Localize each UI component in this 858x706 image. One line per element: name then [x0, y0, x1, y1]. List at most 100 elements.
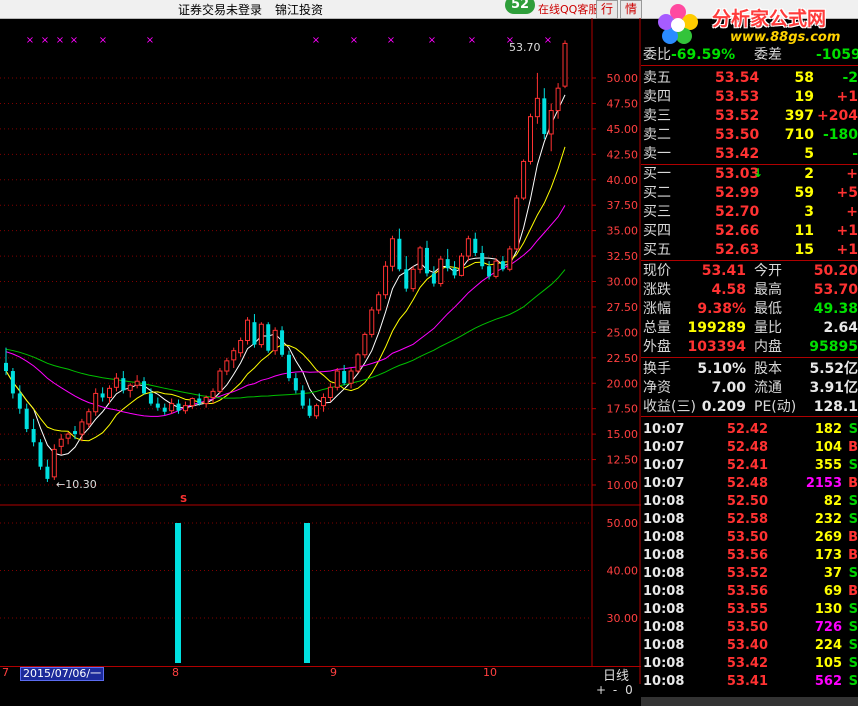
price-tick-label: 35.00 [607, 225, 639, 238]
candle-body [121, 378, 126, 391]
fund-label: 净资 [643, 380, 671, 396]
login-status[interactable]: 证券交易未登录 [178, 1, 262, 18]
fund-label: 流通 [754, 380, 782, 396]
bid-price: 52.99 [715, 185, 760, 201]
volume-tick-label: 40.00 [607, 565, 639, 578]
wc-label: 委差 [754, 47, 782, 63]
zoom-in-button[interactable]: + [594, 683, 608, 697]
panel-separator [641, 357, 858, 358]
tick-price: 52.41 [726, 458, 768, 473]
ask-price: 53.42 [715, 146, 760, 162]
tick-side: S [848, 422, 858, 437]
ask-volume: 5 [804, 146, 814, 162]
qq-service-link[interactable]: 在线QQ客服 [538, 1, 599, 17]
tick-price: 52.48 [726, 476, 768, 491]
candle-body [127, 384, 133, 391]
zoom-out-button[interactable]: - [608, 683, 622, 697]
candle-body [376, 294, 382, 311]
price-tick-label: 32.50 [607, 250, 639, 263]
candle-body [24, 408, 29, 430]
kline-chart[interactable]: 50.00 47.50 45.00 42.50 40.00 37.50 35.00 32.50… [0, 18, 641, 684]
candle-body [555, 87, 561, 112]
bottom-tabs[interactable] [641, 697, 858, 706]
candle-body [73, 431, 78, 435]
candle-body [348, 370, 354, 384]
bid-volume: 59 [794, 185, 814, 201]
tick-price: 53.56 [726, 548, 768, 563]
candle-body [473, 238, 478, 254]
zoom-controls: + -0 [594, 683, 636, 697]
candle-body [169, 403, 175, 412]
ask-price: 53.52 [715, 108, 760, 124]
tick-side: B [848, 548, 858, 563]
candle-body [17, 393, 22, 409]
bid-price: 52.63 [715, 242, 760, 258]
bid-label: 买一 [643, 166, 671, 182]
fund-row: 收益(三) 0.209 PE(动) 128.1 [641, 398, 858, 417]
ask-change: +1 [836, 89, 858, 105]
ask-change: +204 [817, 108, 858, 124]
signal-marks: × × × × × × × × × × × × × [26, 35, 552, 46]
selected-date[interactable]: 2015/07/06/一 [20, 667, 105, 681]
zoom-reset-button[interactable]: 0 [622, 683, 636, 697]
tick-row: 10:08 53.56 173 B [641, 547, 858, 565]
panel-separator [641, 260, 858, 261]
period-daily-label[interactable]: 日线 [603, 665, 629, 684]
quote-button-1[interactable]: 行 [596, 0, 619, 19]
stock-name-title: 锦江投资 [275, 3, 324, 17]
site-logo: 分析家公式网 www.88gs.com [652, 0, 858, 48]
tick-volume: 104 [814, 440, 842, 455]
tick-side: S [848, 494, 858, 509]
candle-body [542, 98, 547, 134]
stat-row: 总量 199289 量比 2.64 [641, 319, 858, 338]
logo-url: www.88gs.com [730, 30, 841, 45]
candle-body [548, 110, 554, 135]
ask-volume: 397 [784, 108, 814, 124]
stat-label: 现价 [643, 263, 671, 279]
ask-row: 卖五 53.54 58 -2 [641, 69, 858, 88]
tick-price: 53.42 [726, 656, 768, 671]
tick-time: 10:08 [643, 656, 685, 671]
ask-row: 卖四 53.53 19 +1 [641, 88, 858, 107]
message-count-badge[interactable]: 52 [505, 0, 535, 14]
quote-button-2[interactable]: 情 [620, 0, 643, 19]
bid-price: 52.66 [715, 223, 760, 239]
tick-row: 10:08 52.58 232 S [641, 511, 858, 529]
stat-label: 最高 [754, 282, 782, 298]
bid-label: 买四 [643, 223, 671, 239]
ask-change: -2 [842, 70, 858, 86]
tick-volume: 173 [814, 548, 842, 563]
stat-label: 内盘 [754, 339, 782, 355]
fund-label: 换手 [643, 361, 671, 377]
tick-price: 53.55 [726, 602, 768, 617]
date-mark-8: 8 [172, 666, 179, 679]
fund-row: 净资 7.00 流通 3.91亿 [641, 379, 858, 398]
tick-side: S [848, 656, 858, 671]
bid-change: +1 [836, 242, 858, 258]
stat-label: 外盘 [643, 339, 671, 355]
candle-body [286, 354, 291, 379]
candle-body [307, 405, 312, 416]
tick-time: 10:07 [643, 422, 685, 437]
bid-volume: 11 [794, 223, 814, 239]
high-price-label: 53.70 [509, 41, 541, 54]
candle-body [334, 370, 340, 388]
tick-time: 10:08 [643, 602, 685, 617]
price-tick-label: 47.50 [607, 97, 639, 110]
bid-change: +1 [836, 223, 858, 239]
tick-row: 10:08 53.50 726 S [641, 619, 858, 637]
candle-body [452, 268, 457, 276]
ask-change: - [852, 146, 858, 162]
price-tick-label: 12.50 [607, 454, 639, 467]
ask-price: 53.53 [715, 89, 760, 105]
volume-tick-label: 50.00 [607, 517, 639, 530]
candle-body [410, 268, 416, 290]
candle-body [51, 448, 57, 478]
bid-row: 买二 52.99 59 +5 [641, 184, 858, 203]
date-mark-10: 10 [483, 666, 497, 679]
candle-body [534, 97, 540, 118]
fund-value: 0.209 [701, 399, 746, 415]
signal-x-mark: × [41, 35, 49, 46]
tick-side: B [848, 476, 858, 491]
tick-time: 10:08 [643, 566, 685, 581]
